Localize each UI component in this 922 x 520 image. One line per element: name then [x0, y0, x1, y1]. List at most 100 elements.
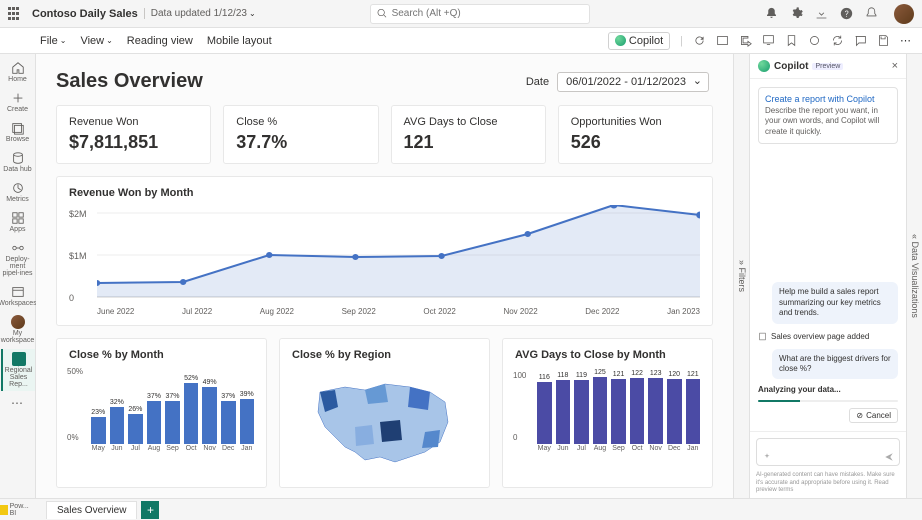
copilot-footer: AI-generated content can have mistakes. … [750, 472, 906, 498]
file-menu[interactable]: File⌄ [40, 35, 66, 47]
visualizations-rail[interactable]: « Data Visualizations [906, 54, 922, 498]
sync-icon[interactable] [831, 34, 844, 47]
user-message: Help me build a sales report summarizing… [772, 282, 898, 323]
ytick: $2M [69, 209, 87, 219]
close-region-chart[interactable]: Close % by Region [279, 338, 490, 488]
card-desc: Describe the report you want, in your ow… [765, 106, 891, 137]
avatar-icon [11, 315, 25, 329]
send-icon[interactable] [884, 452, 894, 462]
xaxis: June 2022Jul 2022Aug 2022Sep 2022Oct 202… [69, 307, 700, 316]
add-page-button[interactable]: + [141, 501, 159, 519]
view-icon[interactable] [716, 34, 729, 47]
nav-create[interactable]: Create [1, 88, 35, 116]
title-bar: Contoso Daily Sales Data updated 1/12/23… [0, 0, 922, 28]
top-icons [765, 4, 914, 24]
copilot-input[interactable] [756, 438, 900, 466]
feedback-icon[interactable] [865, 7, 878, 20]
copilot-ribbon-button[interactable]: Copilot [608, 32, 670, 50]
apps-icon [11, 211, 25, 225]
ytick: 50% [67, 367, 83, 376]
search-icon [377, 8, 387, 19]
ytick: 0 [69, 293, 74, 303]
filters-rail[interactable]: » Filters [734, 54, 750, 498]
nav-more[interactable]: ⋯ [1, 393, 35, 413]
notifications-icon[interactable] [765, 7, 778, 20]
copilot-body: Create a report with Copilot Describe th… [750, 79, 906, 431]
nav-workspaces[interactable]: Workspaces [1, 282, 35, 310]
share-icon[interactable] [739, 34, 752, 47]
bar-chart-body: 50% 0% 23%May32%Jun26%Jul37%Aug37%Sep52%… [69, 367, 254, 452]
card-heading: Create a report with Copilot [765, 94, 891, 104]
nav-apps[interactable]: Apps [1, 208, 35, 236]
analyzing-label: Analyzing your data... [758, 385, 898, 394]
page-icon [758, 332, 767, 341]
date-range-dropdown[interactable]: 06/01/2022 - 01/12/2023 [557, 72, 709, 92]
system-message: Sales overview page added [758, 330, 898, 343]
progress-bar [758, 400, 898, 402]
database-icon [11, 151, 25, 165]
kpi-revenue-won[interactable]: Revenue Won$7,811,851 [56, 105, 211, 164]
workspace-name: Contoso Daily Sales [32, 8, 138, 20]
mobile-layout-button[interactable]: Mobile layout [207, 35, 272, 47]
page-tabs: Sales Overview + [46, 501, 159, 519]
present-icon[interactable] [762, 34, 775, 47]
copilot-pane: Copilot Preview × Create a report with C… [750, 54, 906, 498]
report-canvas: Sales Overview Date 06/01/2022 - 01/12/2… [36, 54, 733, 498]
tab-sales-overview[interactable]: Sales Overview [46, 501, 137, 519]
settings-icon[interactable] [790, 7, 803, 20]
browse-icon [11, 121, 25, 135]
nav-regional-sales[interactable]: Regional Sales Rep... [1, 349, 35, 391]
bar-chart-body: 100 0 116May118Jun119Jul125Aug121Sep122O… [515, 367, 700, 452]
copilot-suggestion-card[interactable]: Create a report with Copilot Describe th… [758, 87, 898, 144]
chevron-down-icon[interactable]: ⌄ [249, 9, 256, 18]
download-icon[interactable] [815, 7, 828, 20]
preview-badge: Preview [812, 63, 843, 70]
refresh-icon[interactable] [693, 34, 706, 47]
right-panels: » Filters Copilot Preview × Create a rep… [733, 54, 922, 498]
kpi-opps-won[interactable]: Opportunities Won526 [558, 105, 713, 164]
workspace-tile-icon [12, 352, 26, 366]
comments-icon[interactable] [854, 34, 867, 47]
close-icon[interactable]: × [892, 60, 898, 72]
ytick: 100 [513, 371, 526, 380]
reading-view-button[interactable]: Reading view [127, 35, 193, 47]
status-bar: Pow... BI Sales Overview + [0, 498, 922, 520]
us-map [292, 367, 477, 477]
bookmark-icon[interactable] [785, 34, 798, 47]
ytick: $1M [69, 251, 87, 261]
help-icon[interactable] [840, 7, 853, 20]
view-menu[interactable]: View⌄ [80, 35, 112, 47]
copilot-ribbon-label: Copilot [629, 35, 663, 47]
nav-datahub[interactable]: Data hub [1, 148, 35, 176]
nav-browse[interactable]: Browse [1, 118, 35, 146]
reset-icon[interactable] [808, 34, 821, 47]
nav-home[interactable]: Home [1, 58, 35, 86]
nav-pipelines[interactable]: Deploy-ment pipel-ines [1, 238, 35, 280]
date-label: Date [526, 76, 549, 88]
plus-icon [11, 91, 25, 105]
nav-my-workspace[interactable]: My workspace [1, 312, 35, 347]
search-input[interactable] [392, 8, 584, 19]
revenue-chart[interactable]: Revenue Won by Month $2M $1M 0 June 2022… [56, 176, 713, 326]
avg-days-chart[interactable]: AVG Days to Close by Month 100 0 116May1… [502, 338, 713, 488]
nav-metrics[interactable]: Metrics [1, 178, 35, 206]
ytick: 0 [513, 433, 517, 442]
metrics-icon [11, 181, 25, 195]
more-icon[interactable]: ⋯ [900, 34, 912, 47]
close-pct-chart[interactable]: Close % by Month 50% 0% 23%May32%Jun26%J… [56, 338, 267, 488]
kpi-avg-days[interactable]: AVG Days to Close121 [391, 105, 546, 164]
save-icon[interactable] [877, 34, 890, 47]
cancel-button[interactable]: ⊘Cancel [849, 408, 898, 423]
home-icon [11, 61, 25, 75]
copilot-icon [758, 60, 770, 72]
kpi-row: Revenue Won$7,811,851 Close %37.7% AVG D… [56, 105, 713, 164]
powerbi-label: Pow... BI [0, 503, 36, 517]
chart-title: Close % by Region [292, 349, 477, 361]
workspaces-icon [11, 285, 25, 299]
app-launcher-icon[interactable] [8, 7, 22, 21]
search-box[interactable] [370, 4, 590, 24]
user-avatar[interactable] [894, 4, 914, 24]
kpi-close-pct[interactable]: Close %37.7% [223, 105, 378, 164]
chart-title: AVG Days to Close by Month [515, 349, 700, 361]
ribbon: File⌄ View⌄ Reading view Mobile layout C… [0, 28, 922, 54]
